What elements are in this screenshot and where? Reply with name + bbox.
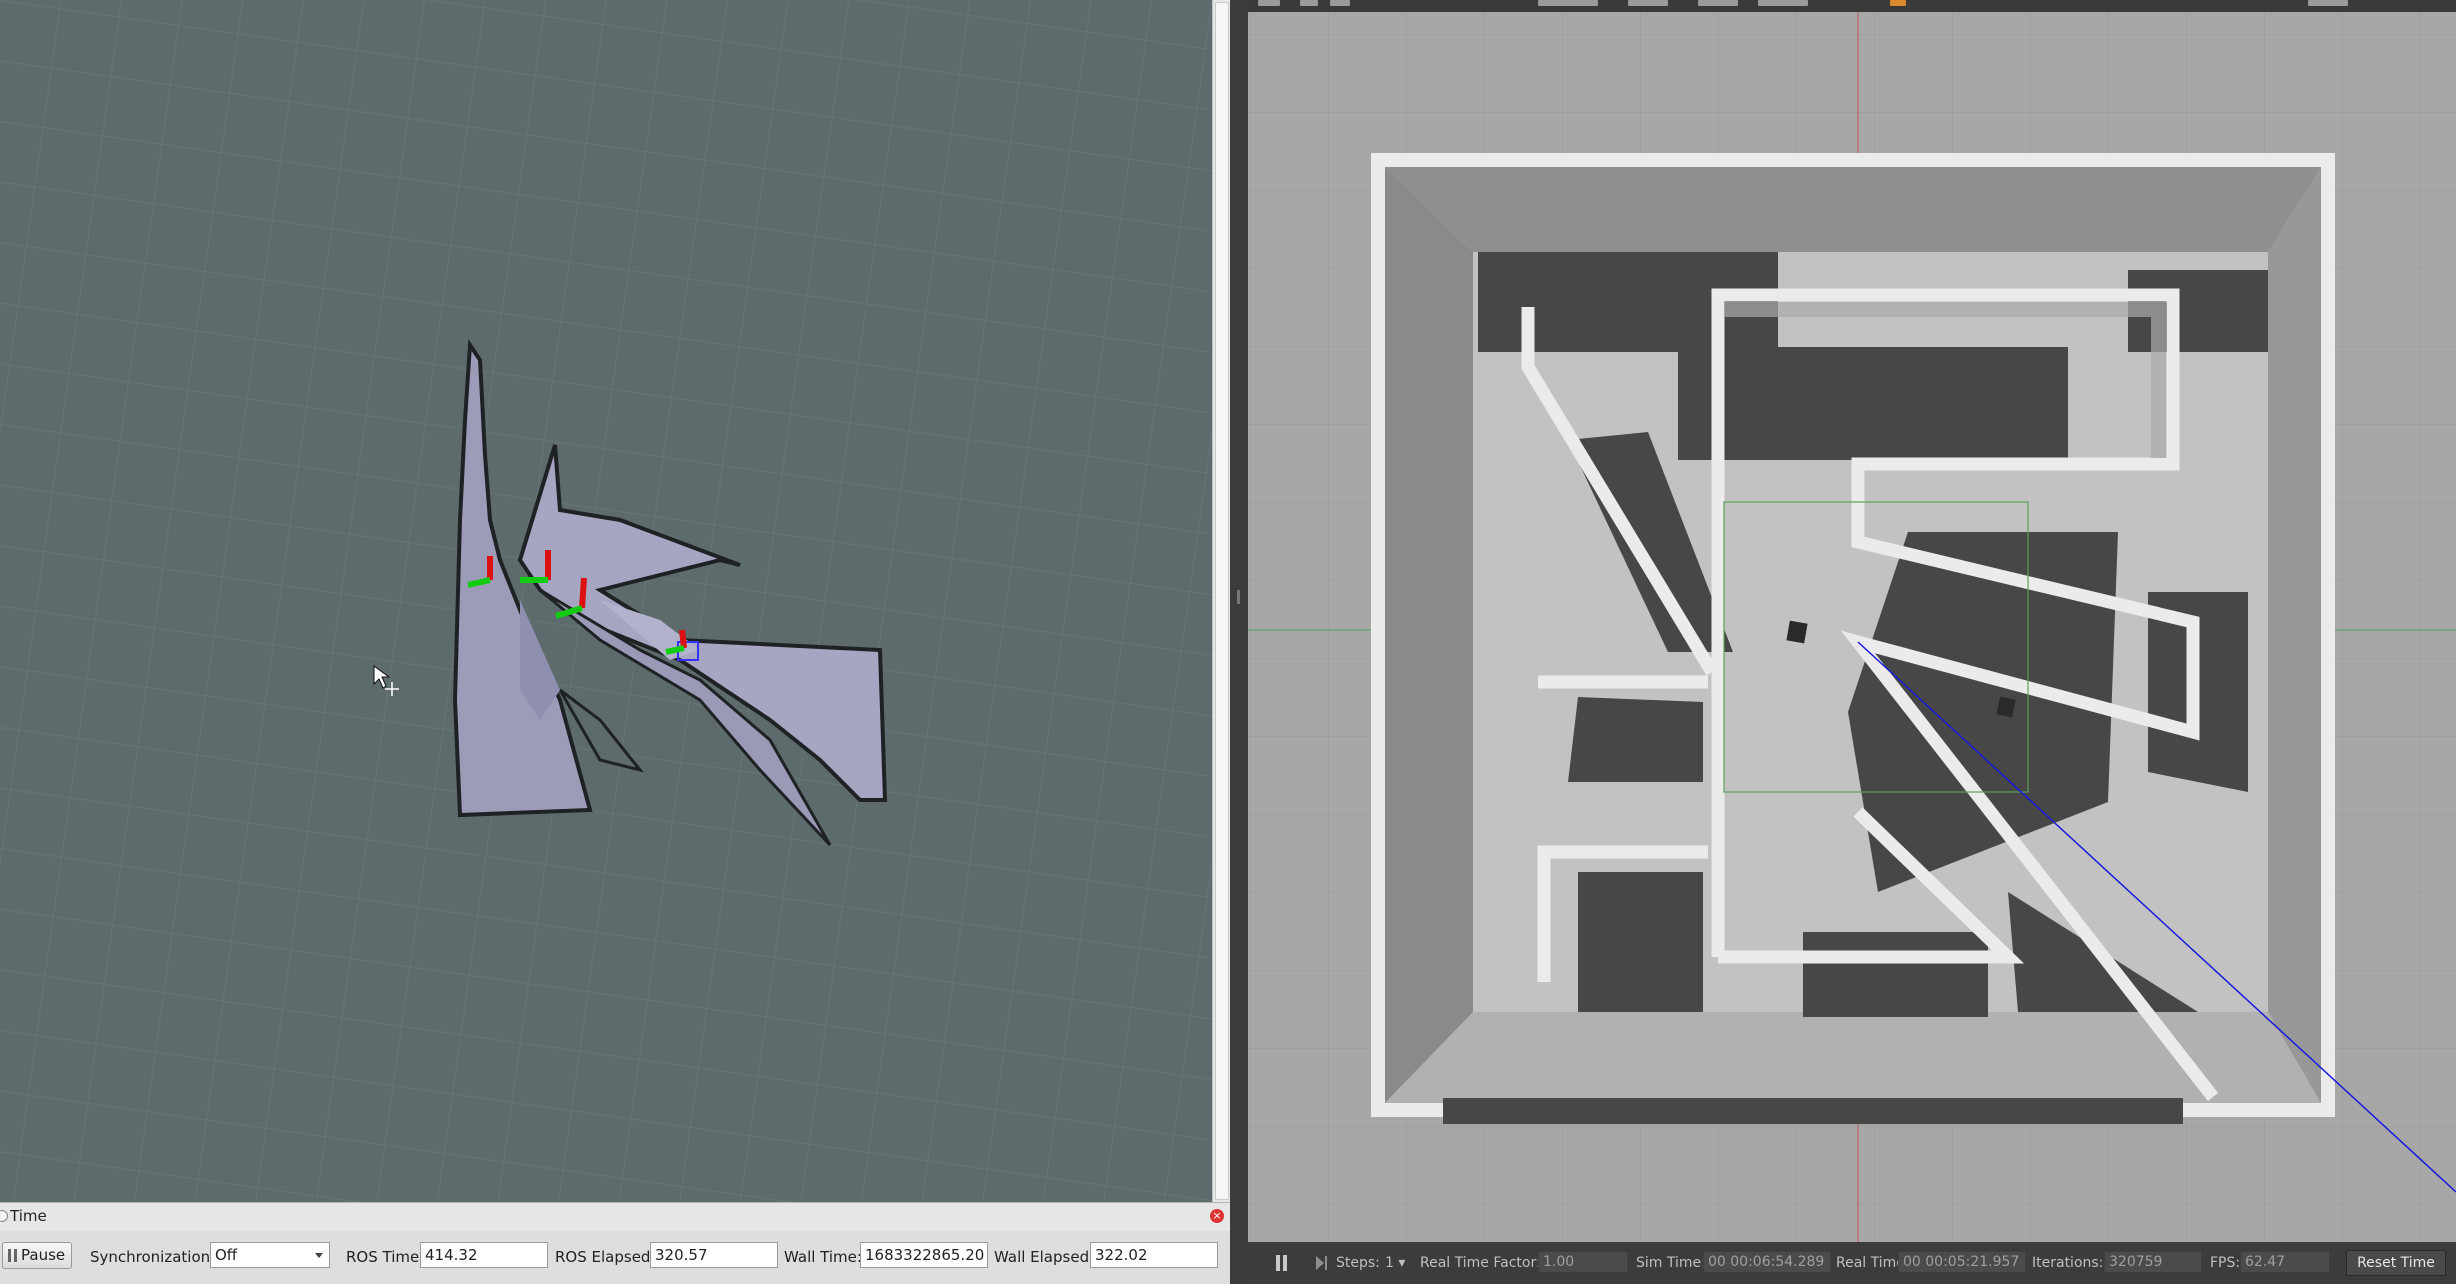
synchronization-label: Synchronization:: [90, 1248, 216, 1266]
gazebo-3d-view[interactable]: [1248, 12, 2456, 1242]
dropdown-caret-icon: [315, 1253, 323, 1258]
ros-time-label: ROS Time:: [346, 1248, 425, 1266]
rviz-vertical-scrollbar[interactable]: [1212, 0, 1231, 1202]
time-panel: Pause Synchronization: Off ROS Time: 414…: [0, 1231, 1230, 1284]
real-time-factor-label: Real Time Factor:: [1420, 1255, 1541, 1271]
screenshot-icon[interactable]: [2308, 0, 2348, 6]
pause-label: Pause: [21, 1246, 66, 1264]
light-tools-icon[interactable]: [1628, 0, 1668, 6]
panel-dock-icon: [0, 1210, 8, 1222]
steps-value: 1: [1385, 1255, 1394, 1271]
pause-icon: [8, 1249, 17, 1262]
steps-select[interactable]: 1 ▾: [1385, 1255, 1405, 1271]
rotate-tool-icon[interactable]: [1330, 0, 1350, 6]
real-time-factor-field: 1.00: [1538, 1251, 1628, 1273]
iterations-label: Iterations:: [2032, 1255, 2104, 1271]
shape-tools-icon[interactable]: [1538, 0, 1598, 6]
wall-elapsed-field[interactable]: 322.02: [1090, 1242, 1218, 1268]
wall-time-label: Wall Time:: [784, 1248, 862, 1266]
synchronization-select[interactable]: Off: [210, 1242, 330, 1268]
gazebo-time-panel: Steps: 1 ▾ Real Time Factor: 1.00 Sim Ti…: [1248, 1242, 2456, 1284]
ros-elapsed-label: ROS Elapsed:: [555, 1248, 656, 1266]
iterations-field: 320759: [2104, 1251, 2202, 1273]
fps-field: 62.47: [2240, 1251, 2330, 1273]
gazebo-toolbar: [1248, 0, 2456, 12]
time-panel-header: Time ×: [0, 1202, 1230, 1232]
wall-time-field[interactable]: 1683322865.20: [860, 1242, 988, 1268]
snap-tool-icon[interactable]: [1890, 0, 1906, 6]
real-time-field: 00 00:05:21.957: [1898, 1251, 2026, 1273]
play-pause-icon[interactable]: [1274, 1255, 1290, 1271]
step-forward-icon[interactable]: [1314, 1255, 1330, 1271]
steps-label: Steps:: [1336, 1255, 1380, 1271]
translate-tool-icon[interactable]: [1300, 0, 1318, 6]
wall-elapsed-label: Wall Elapsed:: [994, 1248, 1095, 1266]
ros-elapsed-field[interactable]: 320.57: [650, 1242, 778, 1268]
select-tool-icon[interactable]: [1258, 0, 1280, 6]
maze-world: [1371, 153, 2335, 1124]
gazebo-window: Steps: 1 ▾ Real Time Factor: 1.00 Sim Ti…: [1248, 0, 2456, 1284]
sim-time-label: Sim Time:: [1636, 1255, 1706, 1271]
synchronization-value: Off: [215, 1246, 238, 1264]
pause-button[interactable]: Pause: [2, 1242, 72, 1269]
rviz-3d-view[interactable]: [0, 0, 1212, 1202]
reset-time-button[interactable]: Reset Time: [2346, 1250, 2446, 1276]
copy-paste-icon[interactable]: [1698, 0, 1738, 6]
window-splitter[interactable]: [1230, 0, 1248, 1284]
align-tool-icon[interactable]: [1758, 0, 1808, 6]
rviz-window: Time × Pause Synchronization: Off ROS Ti…: [0, 0, 1231, 1284]
fps-label: FPS:: [2210, 1255, 2241, 1271]
close-panel-icon[interactable]: ×: [1210, 1209, 1224, 1223]
ros-time-field[interactable]: 414.32: [420, 1242, 548, 1268]
splitter-grip-icon: [1237, 590, 1240, 604]
time-panel-title: Time: [10, 1207, 47, 1225]
sim-time-field: 00 00:06:54.289: [1703, 1251, 1831, 1273]
